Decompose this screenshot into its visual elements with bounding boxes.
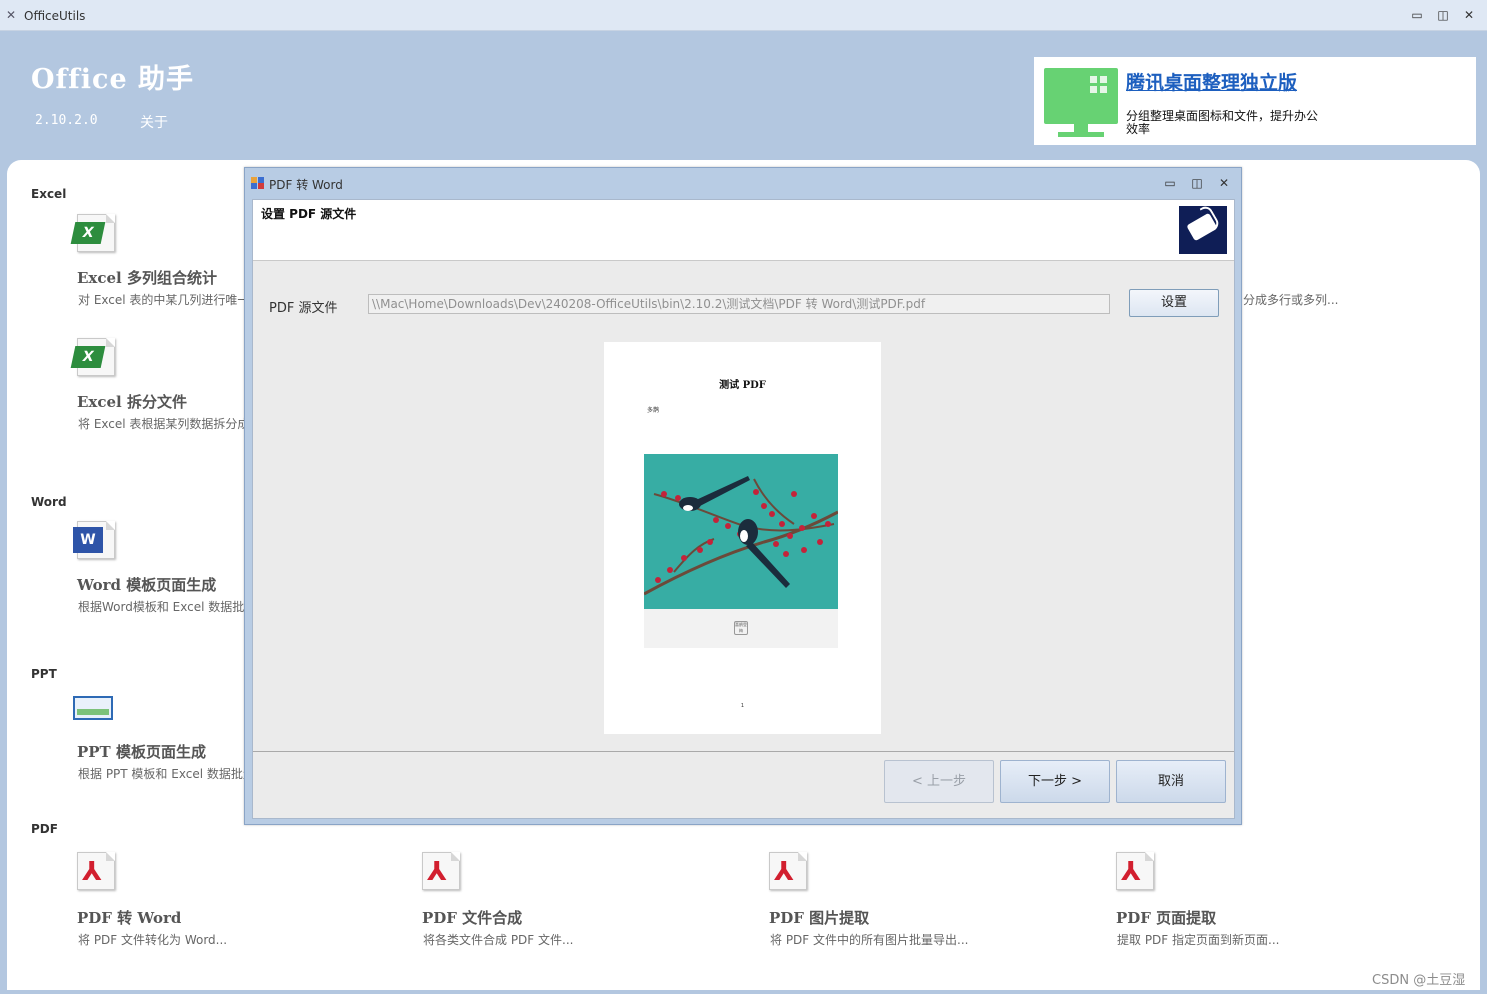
source-file-path-input[interactable]: \\Mac\Home\Downloads\Dev\240208-OfficeUt…: [368, 294, 1110, 314]
dialog-maximize-icon[interactable]: ◫: [1190, 176, 1204, 190]
tile-pdf-merge-desc: 将各类文件合成 PDF 文件...: [423, 933, 574, 947]
preview-author: 多鹊: [647, 407, 660, 414]
tile-ppt-template-desc: 根据 PPT 模板和 Excel 数据批量: [78, 767, 255, 781]
tile-excel-split-title[interactable]: Excel 拆分文件: [77, 391, 187, 412]
prev-step-button[interactable]: < 上一步: [884, 760, 994, 803]
tile-excel-right-desc: 分成多行或多列...: [1243, 293, 1339, 307]
main-titlebar: ✕ OfficeUtils ▭ ◫ ✕: [0, 0, 1487, 31]
wizard-header: 设置 PDF 源文件: [253, 200, 1234, 261]
set-source-button[interactable]: 设置: [1129, 289, 1219, 317]
tile-excel-multi-desc: 对 Excel 表的中某几列进行唯一: [78, 293, 250, 307]
section-excel: Excel: [31, 187, 67, 201]
tile-word-template-title[interactable]: Word 模板页面生成: [77, 574, 216, 595]
dialog-title: PDF 转 Word: [269, 178, 343, 192]
wizard-step-title: 设置 PDF 源文件: [261, 207, 357, 221]
window-title: OfficeUtils: [24, 9, 86, 23]
brand-title: Office 助手: [31, 64, 195, 95]
ad-description: 分组整理桌面图标和文件，提升办公效率: [1126, 109, 1319, 136]
ppt-icon[interactable]: [73, 688, 115, 728]
tile-pdf-pages-desc: 提取 PDF 指定页面到新页面...: [1117, 933, 1280, 947]
pdf-icon[interactable]: ⅄: [418, 852, 460, 892]
ad-title-link[interactable]: 腾讯桌面整理独立版: [1126, 68, 1297, 95]
tile-pdf-pages-title[interactable]: PDF 页面提取: [1116, 907, 1216, 928]
section-pdf: PDF: [31, 822, 58, 836]
tile-word-template-desc: 根据Word模板和 Excel 数据批: [78, 600, 245, 614]
section-ppt: PPT: [31, 667, 57, 681]
pdf-to-word-dialog: PDF 转 Word ▭ ◫ ✕ 设置 PDF 源文件 PDF 源文件 \\Ma…: [244, 167, 1242, 825]
monitor-icon: [1044, 68, 1118, 124]
dialog-app-icon: [251, 177, 264, 189]
dialog-body: 设置 PDF 源文件 PDF 源文件 \\Mac\Home\Downloads\…: [252, 199, 1235, 819]
pdf-icon[interactable]: ⅄: [765, 852, 807, 892]
maximize-icon[interactable]: ◫: [1436, 8, 1450, 22]
wizard-cable-icon: [1179, 206, 1227, 254]
preview-seal: 喜鹊登梅: [734, 621, 748, 635]
tile-pdf-to-word-title[interactable]: PDF 转 Word: [77, 907, 181, 928]
watermark: CSDN @土豆湿: [1372, 973, 1466, 988]
ad-banner[interactable]: 腾讯桌面整理独立版 分组整理桌面图标和文件，提升办公效率: [1034, 57, 1476, 145]
preview-magpie-image: [644, 454, 838, 609]
tile-pdf-merge-title[interactable]: PDF 文件合成: [422, 907, 522, 928]
tile-ppt-template-title[interactable]: PPT 模板页面生成: [77, 741, 206, 762]
app-icon: ✕: [6, 8, 17, 22]
excel-icon[interactable]: X: [70, 338, 115, 378]
tile-pdf-to-word-desc: 将 PDF 文件转化为 Word...: [78, 933, 228, 947]
wizard-separator: [253, 751, 1234, 752]
section-word: Word: [31, 495, 67, 509]
monitor-base: [1058, 132, 1104, 137]
source-file-label: PDF 源文件: [269, 301, 338, 316]
version-label: 2.10.2.0: [35, 113, 98, 128]
tile-pdf-images-desc: 将 PDF 文件中的所有图片批量导出...: [770, 933, 969, 947]
word-icon[interactable]: W: [73, 521, 115, 561]
preview-title: 测试 PDF: [719, 380, 766, 391]
tile-excel-split-desc: 将 Excel 表根据某列数据拆分成: [78, 417, 250, 431]
cancel-button[interactable]: 取消: [1116, 760, 1226, 803]
pdf-preview: 测试 PDF 多鹊 喜鹊登梅 1: [604, 342, 881, 734]
pdf-icon[interactable]: ⅄: [73, 852, 115, 892]
close-icon[interactable]: ✕: [1462, 8, 1476, 22]
tile-pdf-images-title[interactable]: PDF 图片提取: [769, 907, 869, 928]
about-link[interactable]: 关于: [140, 112, 168, 132]
excel-icon[interactable]: X: [70, 214, 115, 254]
pdf-icon[interactable]: ⅄: [1112, 852, 1154, 892]
minimize-icon[interactable]: ▭: [1410, 8, 1424, 22]
dialog-close-icon[interactable]: ✕: [1217, 176, 1231, 190]
preview-caption: 喜鹊登梅: [644, 609, 838, 648]
tile-excel-multi-title[interactable]: Excel 多列组合统计: [77, 267, 217, 288]
next-step-button[interactable]: 下一步 >: [1000, 760, 1110, 803]
dialog-minimize-icon[interactable]: ▭: [1163, 176, 1177, 190]
preview-page-number: 1: [740, 703, 745, 709]
